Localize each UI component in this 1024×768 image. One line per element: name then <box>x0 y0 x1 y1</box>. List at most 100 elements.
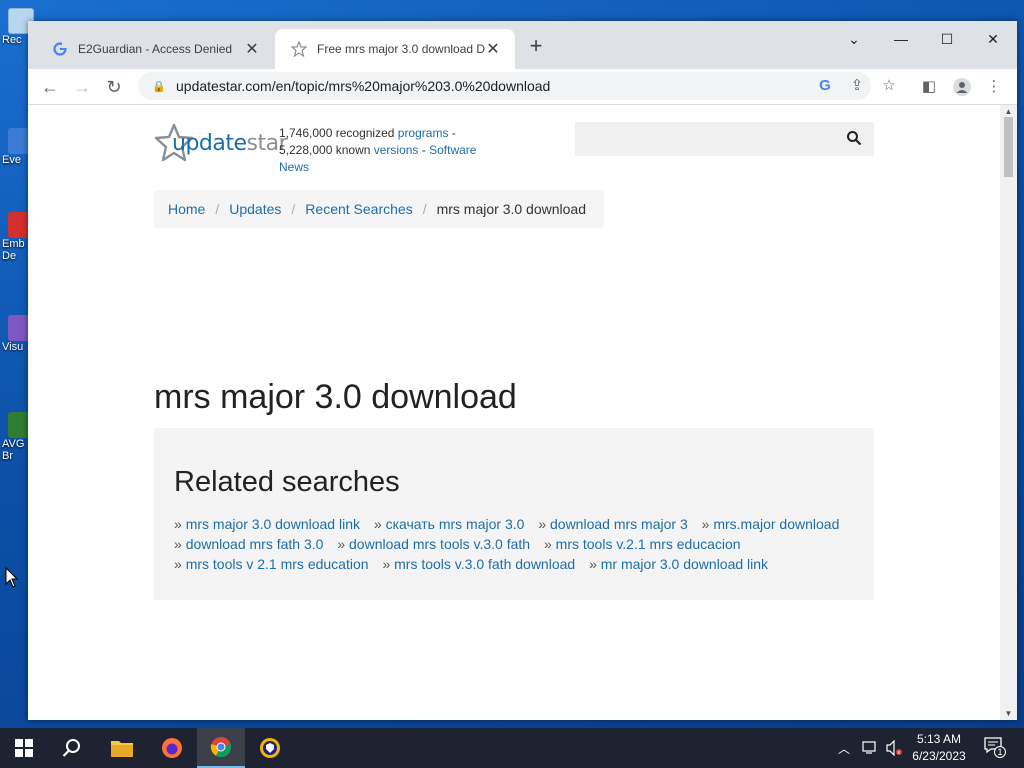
related-searches-panel: Related searches » mrs major 3.0 downloa… <box>154 428 874 600</box>
address-bar[interactable]: 🔒 updatestar.com/en/topic/mrs%20major%20… <box>138 72 871 100</box>
start-button[interactable] <box>0 728 48 768</box>
browser-toolbar: ← → ↻ 🔒 updatestar.com/en/topic/mrs%20ma… <box>28 69 1017 105</box>
tab-updatestar[interactable]: Free mrs major 3.0 download Do ✕ <box>275 29 515 69</box>
chrome-icon <box>210 737 232 758</box>
show-hidden-icons-button[interactable]: ︿ <box>838 728 850 768</box>
related-search-item: » mrs.major download <box>702 516 840 532</box>
search-icon[interactable] <box>846 130 862 146</box>
menu-kebab-icon[interactable]: ⋮ <box>980 73 1008 101</box>
google-g-icon <box>52 41 68 57</box>
related-search-item: » mrs tools v.2.1 mrs educacion <box>544 536 741 552</box>
chrome-window: E2Guardian - Access Denied ✕ Free mrs ma… <box>28 21 1017 720</box>
related-search-link[interactable]: mrs tools v 2.1 mrs education <box>186 556 369 572</box>
firefox-icon <box>162 738 182 758</box>
page-scrollbar[interactable]: ▲ ▼ <box>1000 105 1017 720</box>
reload-icon[interactable]: ↻ <box>100 73 128 101</box>
firefox-button[interactable] <box>148 728 196 768</box>
tab-close-icon[interactable]: ✕ <box>244 39 260 59</box>
taskbar: ︿ x 5:13 AM 6/23/2023 1 <box>0 728 1024 768</box>
related-search-link[interactable]: download mrs major 3 <box>550 516 688 532</box>
related-search-link[interactable]: download mrs fath 3.0 <box>186 536 324 552</box>
breadcrumb: Home / Updates / Recent Searches / mrs m… <box>154 190 604 228</box>
bookmark-star-icon[interactable]: ☆ <box>876 73 902 99</box>
site-search-input[interactable] <box>575 122 874 156</box>
updatestar-logo[interactable]: updatestar <box>154 121 288 165</box>
clock-time: 5:13 AM <box>916 732 962 746</box>
search-icon <box>62 739 80 757</box>
share-icon[interactable]: ⇪ <box>844 73 870 99</box>
related-search-link[interactable]: mrs.major download <box>713 516 839 532</box>
side-panel-icon[interactable]: ◧ <box>915 73 943 101</box>
breadcrumb-home[interactable]: Home <box>168 201 205 217</box>
bullet-raquo: » <box>538 516 547 532</box>
action-center-button[interactable]: 1 <box>980 736 1006 760</box>
related-search-item: » mrs tools v.3.0 fath download <box>382 556 575 572</box>
tab-e2guardian[interactable]: E2Guardian - Access Denied ✕ <box>36 29 274 69</box>
lock-icon: 🔒 <box>152 80 166 93</box>
bullet-raquo: » <box>589 556 597 572</box>
site-stats: 1,746,000 recognized programs - 5,228,00… <box>279 125 479 176</box>
related-search-link[interactable]: mr major 3.0 download link <box>601 556 768 572</box>
page-viewport: updatestar 1,746,000 recognized programs… <box>28 105 1000 720</box>
breadcrumb-updates[interactable]: Updates <box>229 201 281 217</box>
scroll-down-arrow-icon[interactable]: ▼ <box>1004 709 1013 718</box>
related-search-link[interactable]: download mrs tools v.3.0 fath <box>349 536 530 552</box>
related-searches-list: » mrs major 3.0 download link » скачать … <box>174 514 864 574</box>
svg-text:x: x <box>897 750 900 756</box>
scrollbar-thumb[interactable] <box>1004 117 1013 177</box>
versions-link[interactable]: versions <box>374 143 419 157</box>
related-search-link[interactable]: скачать mrs major 3.0 <box>386 516 525 532</box>
breadcrumb-separator: / <box>422 201 427 217</box>
tab-title: E2Guardian - Access Denied <box>78 42 233 56</box>
google-lens-icon[interactable]: G <box>812 73 838 99</box>
back-icon[interactable]: ← <box>36 73 64 101</box>
page-title: mrs major 3.0 download <box>154 378 517 416</box>
stats-known: 5,228,000 known <box>279 143 374 157</box>
stats-sep: - <box>448 126 456 140</box>
close-window-button[interactable]: ✕ <box>970 25 1016 53</box>
breadcrumb-separator: / <box>291 201 296 217</box>
bullet-raquo: » <box>382 556 391 572</box>
maximize-button[interactable]: ☐ <box>924 25 970 53</box>
updatestar-star-icon <box>291 41 307 57</box>
volume-muted-icon[interactable]: x <box>885 728 903 768</box>
tab-close-icon[interactable]: ✕ <box>485 39 501 59</box>
scroll-up-arrow-icon[interactable]: ▲ <box>1004 107 1013 116</box>
clock-date: 6/23/2023 <box>912 749 966 763</box>
notification-count-badge: 1 <box>994 746 1006 758</box>
bullet-raquo: » <box>373 516 382 532</box>
chrome-taskbar-button[interactable] <box>197 728 245 768</box>
stats-sep: - <box>418 143 430 157</box>
related-search-item: » mr major 3.0 download link <box>589 556 768 572</box>
search-taskbar-button[interactable] <box>48 728 96 768</box>
tab-title: Free mrs major 3.0 download Do <box>317 42 485 56</box>
new-tab-button[interactable]: + <box>524 33 548 59</box>
related-search-item: » download mrs fath 3.0 <box>174 536 323 552</box>
bullet-raquo: » <box>174 536 182 552</box>
related-search-link[interactable]: mrs major 3.0 download link <box>186 516 360 532</box>
related-search-item: » download mrs tools v.3.0 fath <box>337 536 530 552</box>
taskbar-clock[interactable]: 5:13 AM 6/23/2023 <box>902 731 976 765</box>
bullet-raquo: » <box>174 516 182 532</box>
network-icon[interactable] <box>862 728 880 768</box>
related-search-item: » mrs tools v 2.1 mrs education <box>174 556 369 572</box>
mouse-cursor-icon <box>5 567 19 588</box>
stats-recognized: 1,746,000 recognized <box>279 126 398 140</box>
related-search-link[interactable]: mrs tools v.3.0 fath download <box>394 556 575 572</box>
vpn-app-button[interactable] <box>246 728 294 768</box>
related-search-link[interactable]: mrs tools v.2.1 mrs educacion <box>556 536 741 552</box>
related-search-item: » download mrs major 3 <box>538 516 687 532</box>
forward-icon[interactable]: → <box>68 73 96 101</box>
profile-avatar-icon[interactable] <box>948 73 976 101</box>
bullet-raquo: » <box>337 536 346 552</box>
breadcrumb-recent-searches[interactable]: Recent Searches <box>305 201 412 217</box>
file-explorer-button[interactable] <box>98 728 146 768</box>
folder-icon <box>111 741 133 757</box>
programs-link[interactable]: programs <box>398 126 449 140</box>
tab-search-icon[interactable]: ⌄ <box>831 25 877 53</box>
bullet-raquo: » <box>543 536 552 552</box>
minimize-button[interactable]: — <box>878 25 924 53</box>
related-search-item: » скачать mrs major 3.0 <box>374 516 525 532</box>
url-text: updatestar.com/en/topic/mrs%20major%203.… <box>176 78 551 94</box>
windows-logo-icon <box>15 739 33 757</box>
